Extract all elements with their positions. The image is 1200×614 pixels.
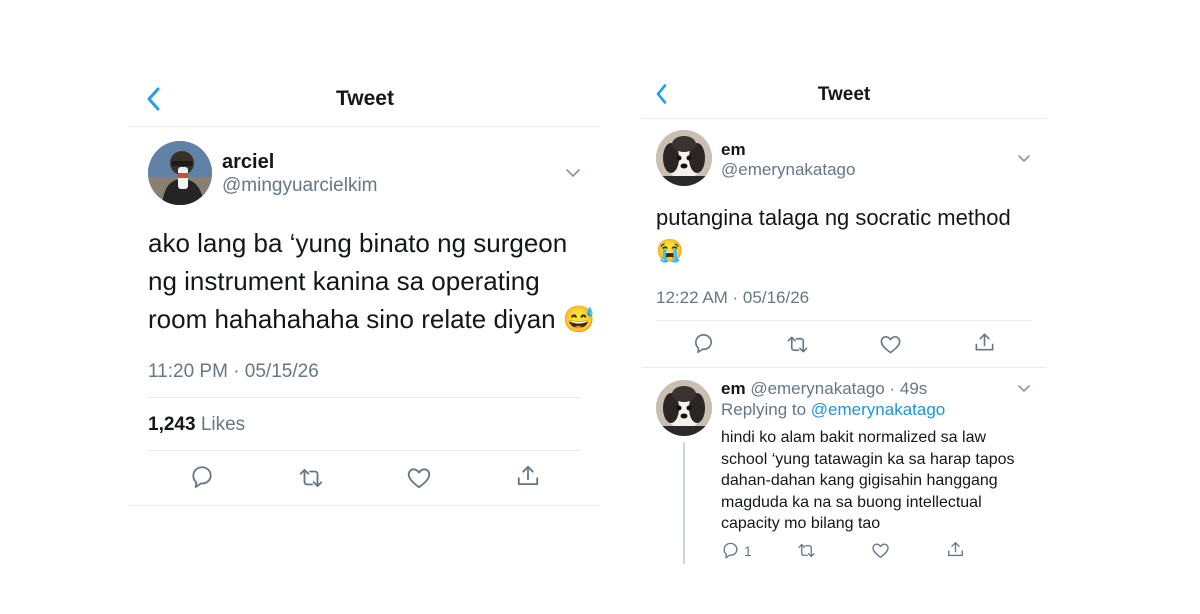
tweet-text: putangina talaga ng socratic method bbox=[656, 205, 1011, 230]
divider bbox=[641, 367, 1047, 368]
user-handle[interactable]: @emerynakatago bbox=[721, 160, 855, 180]
reply-button[interactable]: 1 bbox=[721, 541, 752, 560]
divider bbox=[128, 505, 600, 506]
heart-icon bbox=[880, 336, 901, 354]
tweet-text: ako lang ba ‘yung binato ng surgeon ng i… bbox=[148, 224, 595, 338]
share-button[interactable] bbox=[946, 540, 965, 559]
header-divider bbox=[128, 126, 600, 127]
chevron-down-icon[interactable] bbox=[1017, 384, 1031, 393]
like-button[interactable] bbox=[871, 541, 890, 560]
tweet-timestamp[interactable]: 11:20 PM · 05/15/26 bbox=[148, 361, 319, 383]
display-name[interactable]: arciel bbox=[222, 151, 274, 174]
divider bbox=[148, 450, 580, 451]
avatar[interactable] bbox=[656, 130, 712, 186]
header-divider bbox=[641, 118, 1047, 119]
header-title: Tweet bbox=[336, 87, 394, 110]
back-chevron-icon[interactable] bbox=[146, 86, 162, 117]
reply-text-line: capacity mo bilang tao bbox=[721, 515, 881, 532]
avatar[interactable] bbox=[148, 141, 212, 205]
heart-icon bbox=[407, 468, 431, 489]
reply-avatar[interactable] bbox=[656, 380, 712, 436]
share-button[interactable] bbox=[973, 331, 996, 354]
replying-to-label: Replying to bbox=[721, 400, 807, 419]
share-button[interactable] bbox=[515, 463, 541, 489]
reply-icon bbox=[723, 542, 738, 559]
tweet-text-line: room hahahahaha sino relate diyan 😅 bbox=[148, 300, 595, 338]
reply-icon bbox=[695, 334, 712, 354]
like-button[interactable] bbox=[879, 333, 902, 356]
retweet-button[interactable] bbox=[785, 333, 810, 356]
reply-text-line: magduda ka na sa buong intellectual bbox=[721, 493, 982, 511]
retweet-icon bbox=[798, 543, 815, 558]
sweat-smile-emoji: 😅 bbox=[562, 304, 596, 334]
reply-text-line: school ‘yung tatawagin ka sa harap tapos bbox=[721, 450, 1015, 468]
reply-button[interactable] bbox=[692, 332, 715, 355]
reply-text: hindi ko alam bakit normalized sa law sc… bbox=[721, 427, 1015, 535]
share-icon bbox=[517, 465, 539, 486]
reply-button[interactable] bbox=[189, 464, 215, 490]
reply-text-line: dahan-dahan kang gigisahin hanggang bbox=[721, 472, 998, 489]
like-button[interactable] bbox=[406, 465, 432, 491]
loudly-crying-emoji: 😭 bbox=[656, 238, 684, 263]
retweet-icon bbox=[299, 468, 323, 488]
header-title: Tweet bbox=[817, 84, 871, 105]
replying-to: Replying to @emerynakatago bbox=[721, 400, 945, 420]
divider bbox=[656, 320, 1032, 321]
reply-icon bbox=[192, 466, 212, 488]
retweet-button[interactable] bbox=[796, 541, 817, 560]
chevron-down-icon[interactable] bbox=[1017, 154, 1031, 163]
reply-text-line: hindi ko alam bakit normalized sa law bbox=[721, 429, 987, 446]
thread-line bbox=[683, 442, 685, 564]
likes-label: Likes bbox=[200, 414, 246, 435]
heart-icon bbox=[872, 543, 889, 558]
display-name[interactable]: em bbox=[721, 140, 746, 160]
tweet-text-line: room hahahahaha sino relate diyan bbox=[148, 304, 556, 334]
chevron-down-icon[interactable] bbox=[565, 168, 581, 178]
share-icon bbox=[948, 542, 963, 557]
tweet-text-line: ng instrument kanina sa operating bbox=[148, 266, 540, 296]
back-chevron-icon[interactable] bbox=[655, 83, 669, 110]
tweet-timestamp[interactable]: 12:22 AM · 05/16/26 bbox=[656, 288, 809, 308]
likes-stat[interactable]: 1,243 Likes bbox=[148, 414, 245, 436]
reply-count: 1 bbox=[744, 542, 752, 559]
likes-count: 1,243 bbox=[148, 414, 196, 435]
reply-handle-time[interactable]: @emerynakatago · 49s bbox=[750, 379, 927, 398]
retweet-button[interactable] bbox=[297, 465, 325, 491]
replying-to-handle[interactable]: @emerynakatago bbox=[811, 400, 945, 419]
tweet-text-line: ako lang ba ‘yung binato ng surgeon bbox=[148, 228, 568, 258]
share-icon bbox=[975, 333, 994, 351]
user-handle[interactable]: @mingyuarcielkim bbox=[222, 175, 378, 197]
divider bbox=[148, 397, 580, 398]
reply-display-name[interactable]: em bbox=[721, 379, 746, 398]
retweet-icon bbox=[787, 336, 808, 353]
reply-header: em @emerynakatago · 49s bbox=[721, 379, 927, 399]
